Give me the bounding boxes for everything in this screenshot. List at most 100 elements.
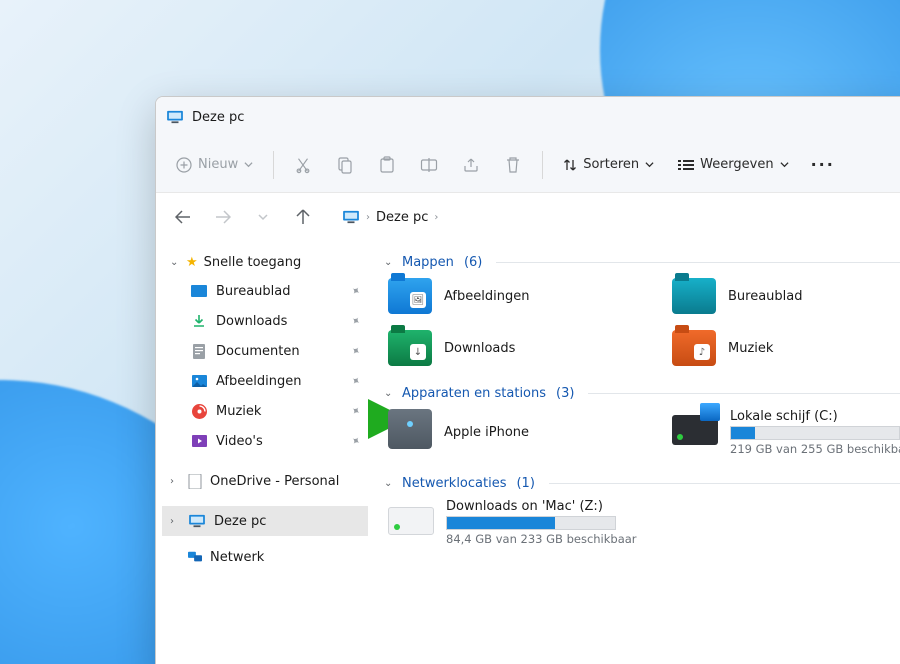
star-icon: ★ — [186, 255, 198, 270]
sidebar-item-desktop[interactable]: Bureaublad ✦ — [162, 276, 368, 306]
sidebar-item-label: Bureaublad — [216, 284, 291, 299]
pin-icon: ✦ — [348, 283, 363, 299]
folder-downloads[interactable]: ↓ Downloads — [384, 328, 644, 368]
chevron-right-icon[interactable]: › — [434, 212, 438, 223]
more-button[interactable]: ··· — [803, 151, 843, 178]
share-button[interactable] — [452, 147, 490, 183]
nav-bar: › Deze pc › — [156, 193, 900, 241]
folder-icon: ↓ — [388, 330, 432, 366]
cut-button[interactable] — [284, 147, 322, 183]
separator — [542, 151, 543, 179]
chevron-right-icon: › — [170, 516, 180, 527]
chevron-right-icon[interactable]: › — [366, 212, 370, 223]
network-drive-icon — [388, 507, 434, 535]
folder-desktop[interactable]: Bureaublad — [668, 276, 900, 316]
folder-pictures[interactable]: 🖼 Afbeeldingen — [384, 276, 644, 316]
folder-icon: 🖼 — [388, 278, 432, 314]
sidebar-item-music[interactable]: Muziek ✦ — [162, 396, 368, 426]
sidebar-item-label: Video's — [216, 434, 263, 449]
address-bar[interactable]: › Deze pc › — [334, 201, 446, 233]
sidebar-item-videos[interactable]: Video's ✦ — [162, 426, 368, 456]
device-label: Apple iPhone — [444, 425, 529, 440]
folder-label: Afbeeldingen — [444, 289, 529, 304]
folder-label: Downloads — [444, 341, 515, 356]
folder-icon: ♪ — [672, 330, 716, 366]
title-bar[interactable]: Deze pc — [156, 97, 900, 137]
document-icon — [190, 342, 208, 360]
onedrive-icon — [186, 472, 204, 490]
drive-usage-bar — [446, 516, 616, 530]
this-pc-icon — [166, 108, 184, 126]
chevron-down-icon: ⌄ — [170, 257, 180, 268]
chevron-down-icon: ⌄ — [384, 257, 396, 268]
view-button[interactable]: Weergeven — [668, 151, 798, 178]
breadcrumb-this-pc[interactable]: Deze pc — [376, 210, 428, 225]
pictures-icon — [190, 372, 208, 390]
this-pc-icon — [342, 208, 360, 226]
window-title: Deze pc — [192, 110, 244, 125]
content-pane[interactable]: ⌄ Mappen (6) 🖼 Afbeeldingen Bureaublad ↓… — [368, 241, 900, 664]
sidebar-onedrive[interactable]: › OneDrive - Personal — [162, 466, 368, 496]
section-folders[interactable]: ⌄ Mappen (6) — [384, 251, 900, 276]
new-button[interactable]: Nieuw — [166, 151, 263, 179]
recent-locations-button[interactable] — [246, 200, 280, 234]
sort-button[interactable]: Sorteren — [553, 151, 664, 178]
drive-usage-bar — [730, 426, 900, 440]
sidebar-item-downloads[interactable]: Downloads ✦ — [162, 306, 368, 336]
sidebar-item-label: Downloads — [216, 314, 287, 329]
network-drive[interactable]: Downloads on 'Mac' (Z:) 84,4 GB van 233 … — [384, 497, 644, 548]
sidebar: ⌄ ★ Snelle toegang Bureaublad ✦ Download… — [156, 241, 368, 664]
drive-icon — [672, 415, 718, 445]
device-icon — [388, 409, 432, 449]
network-icon — [186, 548, 204, 566]
device-local-disk[interactable]: Lokale schijf (C:) 219 GB van 255 GB bes… — [668, 407, 900, 458]
sidebar-item-label: Documenten — [216, 344, 300, 359]
drive-label: Lokale schijf (C:) — [730, 409, 900, 424]
folder-music[interactable]: ♪ Muziek — [668, 328, 900, 368]
forward-button[interactable] — [206, 200, 240, 234]
video-icon — [190, 432, 208, 450]
rename-button[interactable] — [410, 147, 448, 183]
command-toolbar: Nieuw Sorteren Weergeven — [156, 137, 900, 193]
delete-button[interactable] — [494, 147, 532, 183]
this-pc-icon — [188, 512, 206, 530]
chevron-down-icon: ⌄ — [384, 478, 396, 489]
download-icon — [190, 312, 208, 330]
chevron-down-icon — [645, 160, 654, 169]
sidebar-item-label: Afbeeldingen — [216, 374, 301, 389]
chevron-right-icon: › — [170, 476, 180, 487]
view-label: Weergeven — [700, 157, 773, 172]
folder-label: Muziek — [728, 341, 773, 356]
sidebar-item-documents[interactable]: Documenten ✦ — [162, 336, 368, 366]
pin-icon: ✦ — [348, 343, 363, 359]
sidebar-network[interactable]: › Netwerk — [162, 542, 368, 572]
pin-icon: ✦ — [348, 373, 363, 389]
paste-button[interactable] — [368, 147, 406, 183]
desktop-icon — [190, 282, 208, 300]
copy-button[interactable] — [326, 147, 364, 183]
device-iphone[interactable]: Apple iPhone — [384, 407, 644, 458]
chevron-down-icon — [780, 160, 789, 169]
pin-icon: ✦ — [348, 313, 363, 329]
new-button-label: Nieuw — [198, 157, 238, 172]
sidebar-item-label: Muziek — [216, 404, 261, 419]
sidebar-this-pc[interactable]: › Deze pc — [162, 506, 368, 536]
drive-status: 84,4 GB van 233 GB beschikbaar — [446, 532, 637, 546]
section-devices[interactable]: ⌄ Apparaten en stations (3) — [384, 382, 900, 407]
chevron-down-icon: ⌄ — [384, 388, 396, 399]
explorer-window: Deze pc Nieuw Sorteren — [155, 96, 900, 664]
sidebar-quick-access[interactable]: ⌄ ★ Snelle toegang — [162, 249, 368, 276]
drive-label: Downloads on 'Mac' (Z:) — [446, 499, 637, 514]
chevron-down-icon — [244, 160, 253, 169]
music-icon — [190, 402, 208, 420]
sidebar-item-pictures[interactable]: Afbeeldingen ✦ — [162, 366, 368, 396]
drive-status: 219 GB van 255 GB beschikbaa — [730, 442, 900, 456]
back-button[interactable] — [166, 200, 200, 234]
sort-label: Sorteren — [583, 157, 639, 172]
folder-icon — [672, 278, 716, 314]
up-button[interactable] — [286, 200, 320, 234]
pin-icon: ✦ — [348, 403, 363, 419]
section-network[interactable]: ⌄ Netwerklocaties (1) — [384, 472, 900, 497]
folder-label: Bureaublad — [728, 289, 803, 304]
separator — [273, 151, 274, 179]
